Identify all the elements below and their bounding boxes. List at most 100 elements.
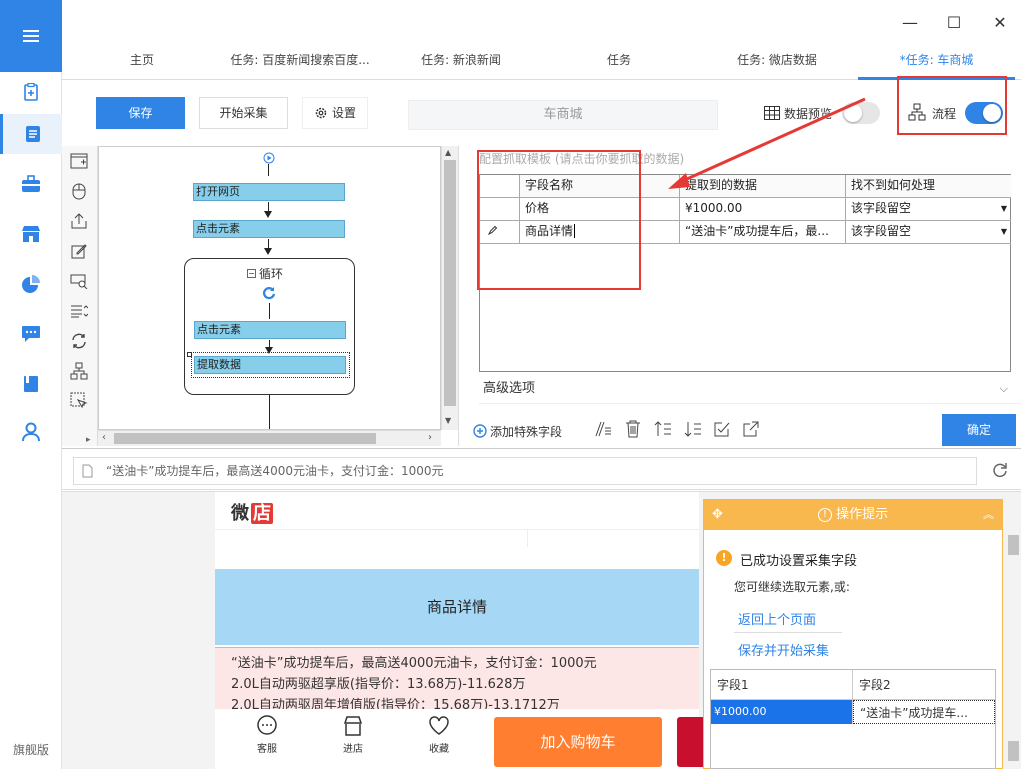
flow-node-loop-click[interactable]: 点击元素: [194, 321, 346, 339]
settings-button[interactable]: 设置: [302, 97, 368, 129]
address-input[interactable]: “送油卡”成功提车后，最高送4000元油卡，支付订金：1000元: [73, 457, 977, 485]
sidebar-item-account[interactable]: [0, 412, 62, 452]
scroll-right-icon[interactable]: ›: [428, 432, 432, 443]
sidebar-item-store[interactable]: [0, 214, 62, 254]
move-up-icon[interactable]: [654, 421, 672, 437]
field-action-select[interactable]: 该字段留空 ▼: [846, 198, 1011, 221]
user-icon: [22, 422, 40, 442]
flow-node-click[interactable]: 点击元素: [193, 220, 345, 238]
scroll-left-icon[interactable]: ‹: [102, 432, 106, 443]
advanced-options-label: 高级选项: [483, 381, 536, 396]
refresh-icon[interactable]: [992, 462, 1008, 478]
preview-cell[interactable]: “送油卡”成功提车...: [853, 700, 995, 724]
add-special-field-label: 添加特殊字段: [490, 424, 563, 439]
warning-circle-icon: !: [817, 507, 832, 522]
canvas-horizontal-scrollbar[interactable]: ‹ ›: [98, 430, 441, 446]
advanced-options[interactable]: 高级选项 ⌵: [479, 374, 1021, 404]
sidebar-item-new-task[interactable]: [0, 72, 62, 112]
tab-baidu-news[interactable]: 任务: 百度新闻搜索百度...: [220, 42, 380, 80]
sidebar-item-messages[interactable]: [0, 314, 62, 354]
move-icon[interactable]: ✥: [712, 500, 723, 530]
dropdown-arrow-icon[interactable]: ▼: [1001, 198, 1007, 219]
dropdown-arrow-icon[interactable]: ▼: [1001, 221, 1007, 242]
shop-bottom-bar: 客服 进店 收藏 加入购物车: [215, 709, 717, 769]
add-special-field-button[interactable]: 添加特殊字段: [473, 420, 562, 442]
flow-node-extract[interactable]: 提取数据: [194, 356, 346, 374]
back-page-link[interactable]: 返回上个页面: [738, 609, 816, 628]
tab-sina-news[interactable]: 任务: 新浪新闻: [402, 42, 520, 80]
scroll-thumb[interactable]: [1008, 535, 1019, 555]
connector: [268, 164, 269, 176]
tab-weidian-data[interactable]: 任务: 微店数据: [722, 42, 832, 80]
chevron-down-icon: ⌵: [999, 382, 1008, 395]
sidebar-item-stats[interactable]: [0, 264, 62, 304]
product-detail-body[interactable]: “送油卡”成功提车后，最高送4000元油卡，支付订金：1000元 2.0L自动两…: [215, 647, 699, 713]
expand-arrow-icon[interactable]: ▸: [86, 435, 91, 445]
add-mouseover-tool[interactable]: [68, 390, 90, 412]
plus-circle-icon: [473, 424, 487, 438]
add-open-page-tool[interactable]: [68, 150, 90, 172]
save-and-start-link[interactable]: 保存并开始采集: [738, 640, 829, 659]
add-switch-dropdown-tool[interactable]: [68, 300, 90, 322]
collapse-icon[interactable]: −: [247, 269, 256, 278]
weidian-logo: 微店: [231, 499, 273, 525]
product-detail-header[interactable]: 商品详情: [215, 569, 699, 645]
flow-loop-block[interactable]: − 循环 点击元素 提取数据: [184, 258, 355, 395]
move-down-icon[interactable]: [684, 421, 702, 437]
confirm-button[interactable]: 确定: [942, 414, 1016, 446]
resize-handle[interactable]: [187, 352, 192, 357]
logo-text: 微店: [231, 503, 273, 524]
scroll-thumb[interactable]: [444, 160, 456, 406]
add-click-tool[interactable]: [68, 180, 90, 202]
chat-icon: [257, 715, 277, 735]
detail-line: 2.0L自动两驱超享版(指导价：13.68万)-11.628万: [231, 677, 526, 692]
field-action-select[interactable]: 该字段留空 ▼: [846, 221, 1011, 244]
edition-label: 旗舰版: [12, 743, 49, 757]
tab-task[interactable]: 任务: [582, 42, 656, 80]
add-to-cart-button[interactable]: 加入购物车: [494, 717, 662, 767]
col-header-not-found: 找不到如何处理: [846, 175, 1011, 198]
tab-home[interactable]: 主页: [112, 42, 172, 80]
task-list-icon: [25, 126, 40, 142]
sidebar-item-tasks[interactable]: [0, 114, 62, 154]
scroll-down-icon[interactable]: ▼: [445, 416, 451, 425]
browser-vertical-scrollbar[interactable]: [1006, 499, 1021, 769]
shop-button[interactable]: 进店: [333, 715, 373, 755]
external-link-icon[interactable]: [743, 421, 759, 437]
canvas-vertical-scrollbar[interactable]: ▲ ▼: [441, 146, 458, 430]
flow-canvas[interactable]: 打开网页 点击元素 − 循环 点击元素 提取数据: [98, 146, 441, 430]
start-collect-button[interactable]: 开始采集: [199, 97, 288, 129]
scroll-thumb[interactable]: [114, 433, 376, 444]
page-icon: [82, 464, 93, 478]
pointer-select-icon: [70, 392, 88, 409]
connector-arrow: [264, 248, 272, 255]
close-button[interactable]: ✕: [990, 12, 1010, 32]
edit-check-icon[interactable]: [714, 421, 730, 437]
save-button[interactable]: 保存: [96, 97, 185, 129]
service-button[interactable]: 客服: [247, 715, 287, 755]
favorite-button[interactable]: 收藏: [419, 715, 459, 755]
scroll-up-icon[interactable]: ▲: [445, 148, 451, 157]
minimize-button[interactable]: —: [900, 12, 920, 32]
add-loop-tool[interactable]: [68, 330, 90, 352]
preview-cell-selected[interactable]: ¥1000.00: [711, 700, 853, 724]
flow-node-open-page[interactable]: 打开网页: [193, 183, 345, 201]
add-extract-tool[interactable]: [68, 210, 90, 232]
delete-icon[interactable]: [625, 420, 641, 438]
add-condition-tool[interactable]: [68, 360, 90, 382]
toolbar: 保存 开始采集 设置 车商城 数据预览 流程: [62, 81, 1021, 145]
menu-button[interactable]: [0, 0, 62, 72]
rename-field-icon[interactable]: [594, 421, 612, 437]
tab-car-mall[interactable]: *任务: 车商城: [858, 42, 1015, 80]
sidebar-item-toolbox[interactable]: [0, 164, 62, 204]
chart-icon: [22, 275, 40, 293]
collapse-up-icon[interactable]: ︽: [983, 500, 994, 530]
divider: [215, 529, 699, 530]
add-input-tool[interactable]: [68, 240, 90, 262]
maximize-button[interactable]: ☐: [944, 12, 964, 32]
field-value-cell: ¥1000.00: [680, 198, 846, 221]
new-task-icon: [24, 83, 38, 101]
sidebar-item-guide[interactable]: [0, 364, 62, 404]
add-captcha-tool[interactable]: [68, 270, 90, 292]
scroll-thumb[interactable]: [1008, 741, 1019, 761]
